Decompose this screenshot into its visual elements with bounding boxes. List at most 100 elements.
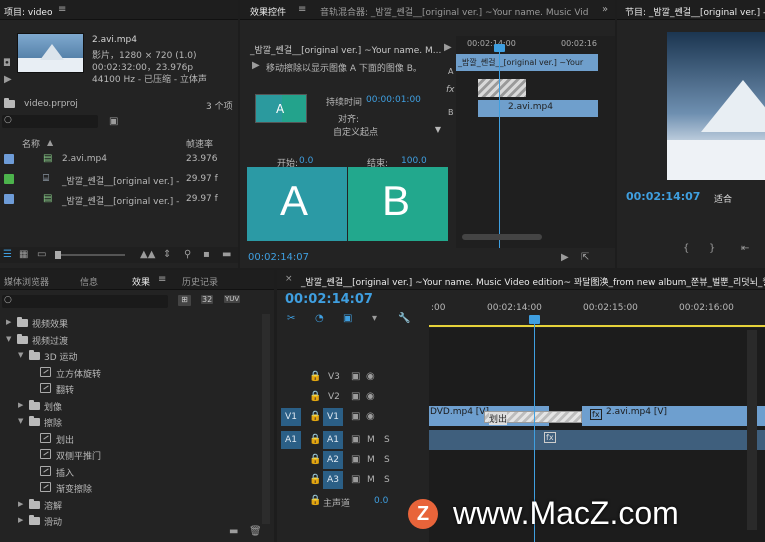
tab-audio-mixer[interactable]: 音轨混合器: _밤깔_쎈걸__[original ver.] ~Your nam… — [320, 5, 589, 18]
tab-info[interactable]: 信息 — [80, 275, 98, 288]
sort-icon[interactable]: ⇕ — [163, 250, 171, 260]
panel-menu-icon[interactable]: ≡ — [58, 4, 66, 15]
label-color[interactable] — [4, 174, 14, 184]
effect-item[interactable]: 翻转 — [56, 383, 74, 396]
effects-scrollbar[interactable] — [262, 314, 270, 524]
preview-a[interactable]: A — [247, 167, 347, 241]
mute-a1[interactable]: M — [367, 435, 375, 445]
chevron-down-icon[interactable]: ▼ — [6, 335, 11, 343]
zoom-slider[interactable] — [55, 251, 125, 259]
camera-icon[interactable]: ◘ — [3, 59, 11, 69]
mark-out-icon[interactable]: } — [709, 244, 715, 254]
sequence-title[interactable]: _밤깔_쎈걸__[original ver.] ~Your name. Musi… — [301, 275, 765, 288]
toggle-sync-icon[interactable]: ▣ — [351, 412, 360, 422]
playhead-handle[interactable] — [529, 315, 540, 324]
close-icon[interactable]: × — [285, 274, 293, 284]
timeline-timecode[interactable]: 00:02:14:07 — [285, 292, 373, 307]
export-icon[interactable]: ⇱ — [581, 253, 589, 263]
chevron-right-icon[interactable]: ▶ — [18, 516, 23, 524]
start-value[interactable]: 0.0 — [299, 156, 313, 166]
panel-menu-icon[interactable]: ≡ — [158, 274, 166, 285]
lock-icon[interactable]: 🔒 — [309, 435, 321, 445]
toggle-sync-icon[interactable]: ▣ — [351, 372, 360, 382]
source-v1[interactable]: V1 — [281, 408, 301, 426]
toggle-sync-icon[interactable]: ▣ — [351, 392, 360, 402]
accelerated-badge[interactable]: ⊞ — [178, 295, 191, 306]
align-select[interactable]: 自定义起点 ▼ — [333, 125, 443, 138]
ec-timecode[interactable]: 00:02:14:07 — [248, 252, 309, 263]
solo-a2[interactable]: S — [384, 455, 390, 465]
solo-a1[interactable]: S — [384, 435, 390, 445]
col-name-header[interactable]: 名称 — [22, 137, 40, 150]
project-tab[interactable]: 项目: video — [4, 5, 52, 18]
timeline-scrollbar[interactable] — [747, 330, 757, 530]
panel-menu-icon[interactable]: ≡ — [298, 4, 306, 15]
effects-folder[interactable]: 划像 — [44, 400, 62, 413]
new-item-icon[interactable]: ▪ — [203, 250, 210, 260]
effects-folder[interactable]: 溶解 — [44, 499, 62, 512]
play-audio-icon[interactable]: ▶ — [561, 253, 569, 263]
toggle-sync-icon[interactable]: ▣ — [351, 435, 360, 445]
track-v2[interactable]: V2 — [328, 392, 340, 402]
track-a1[interactable]: A1 — [323, 431, 343, 449]
project-item-name[interactable]: _밤깔_쎈걸__[original ver.] - — [62, 174, 179, 187]
tab-effects[interactable]: 效果 — [132, 275, 150, 288]
wrench-icon[interactable]: 🔧 — [398, 314, 410, 324]
effects-folder[interactable]: 视频过渡 — [32, 334, 68, 347]
play-icon[interactable]: ▶ — [4, 75, 12, 85]
end-value[interactable]: 100.0 — [401, 156, 427, 166]
eye-icon[interactable]: ◉ — [366, 372, 375, 382]
transition-block[interactable]: 划出 — [484, 411, 582, 425]
timeline-ruler[interactable]: :00 00:02:14:00 00:02:15:00 00:02:16:00 — [429, 300, 765, 328]
program-timecode[interactable]: 00:02:14:07 — [626, 190, 700, 203]
mute-a3[interactable]: M — [367, 475, 375, 485]
mini-scrollbar[interactable] — [462, 234, 542, 240]
chevron-down-icon[interactable]: ▼ — [18, 351, 23, 359]
32bit-badge[interactable]: 32 — [201, 295, 214, 304]
new-bin-icon[interactable]: ▣ — [109, 117, 118, 127]
label-color[interactable] — [4, 154, 14, 164]
add-marker-icon[interactable]: ▣ — [343, 314, 352, 324]
tab-effect-controls[interactable]: 效果控件 — [250, 5, 286, 18]
track-v1[interactable]: V1 — [323, 408, 343, 426]
project-item-name[interactable]: 2.avi.mp4 — [62, 154, 107, 164]
lock-icon[interactable]: 🔒 — [309, 412, 321, 422]
lock-icon[interactable]: 🔒 — [309, 455, 321, 465]
mini-playhead[interactable] — [499, 44, 500, 248]
col-fps-header[interactable]: 帧速率 — [186, 137, 213, 150]
solo-a3[interactable]: S — [384, 475, 390, 485]
effect-item[interactable]: 双侧平推门 — [56, 449, 101, 462]
effects-folder[interactable]: 3D 运动 — [44, 350, 78, 363]
clip-2avi[interactable]: fx 2.avi.mp4 [V] — [582, 406, 765, 426]
automate-icon[interactable]: ▲▲ — [140, 250, 155, 260]
bin-icon[interactable]: ▬ — [222, 250, 231, 260]
panel-overflow-icon[interactable]: » — [602, 4, 608, 15]
project-search-input[interactable]: ○ — [2, 115, 98, 128]
mark-in-icon[interactable]: { — [683, 244, 689, 254]
tab-history[interactable]: 历史记录 — [182, 275, 218, 288]
ec-play-arrow-icon[interactable]: ▶ — [444, 43, 452, 53]
trash-icon[interactable]: 🗑 — [249, 527, 262, 537]
preview-b[interactable]: B — [348, 167, 448, 241]
toggle-sync-icon[interactable]: ▣ — [351, 475, 360, 485]
track-v3[interactable]: V3 — [328, 372, 340, 382]
chevron-right-icon[interactable]: ▶ — [18, 401, 23, 409]
snap-icon[interactable]: ✂ — [287, 314, 295, 324]
linked-selection-icon[interactable]: ◔ — [315, 314, 324, 324]
effect-item[interactable]: 划出 — [56, 433, 74, 446]
mute-a2[interactable]: M — [367, 455, 375, 465]
icon-view-icon[interactable]: ▦ — [19, 250, 28, 260]
play-icon[interactable]: ▶ — [252, 61, 260, 71]
effects-folder[interactable]: 滑动 — [44, 515, 62, 528]
transition-thumbnail[interactable]: A — [255, 94, 307, 123]
effect-item[interactable]: 插入 — [56, 466, 74, 479]
lock-icon[interactable]: 🔒 — [309, 392, 321, 402]
chevron-down-icon[interactable]: ▼ — [18, 417, 23, 425]
effects-folder[interactable]: 视频效果 — [32, 317, 68, 330]
chevron-right-icon[interactable]: ▶ — [18, 500, 23, 508]
effects-search-input[interactable]: ○ — [2, 295, 168, 308]
fit-select[interactable]: 适合 — [714, 192, 732, 205]
work-area-bar[interactable] — [429, 325, 765, 327]
go-to-in-icon[interactable]: ⇤ — [741, 244, 749, 254]
lock-icon[interactable]: 🔒 — [309, 496, 321, 506]
